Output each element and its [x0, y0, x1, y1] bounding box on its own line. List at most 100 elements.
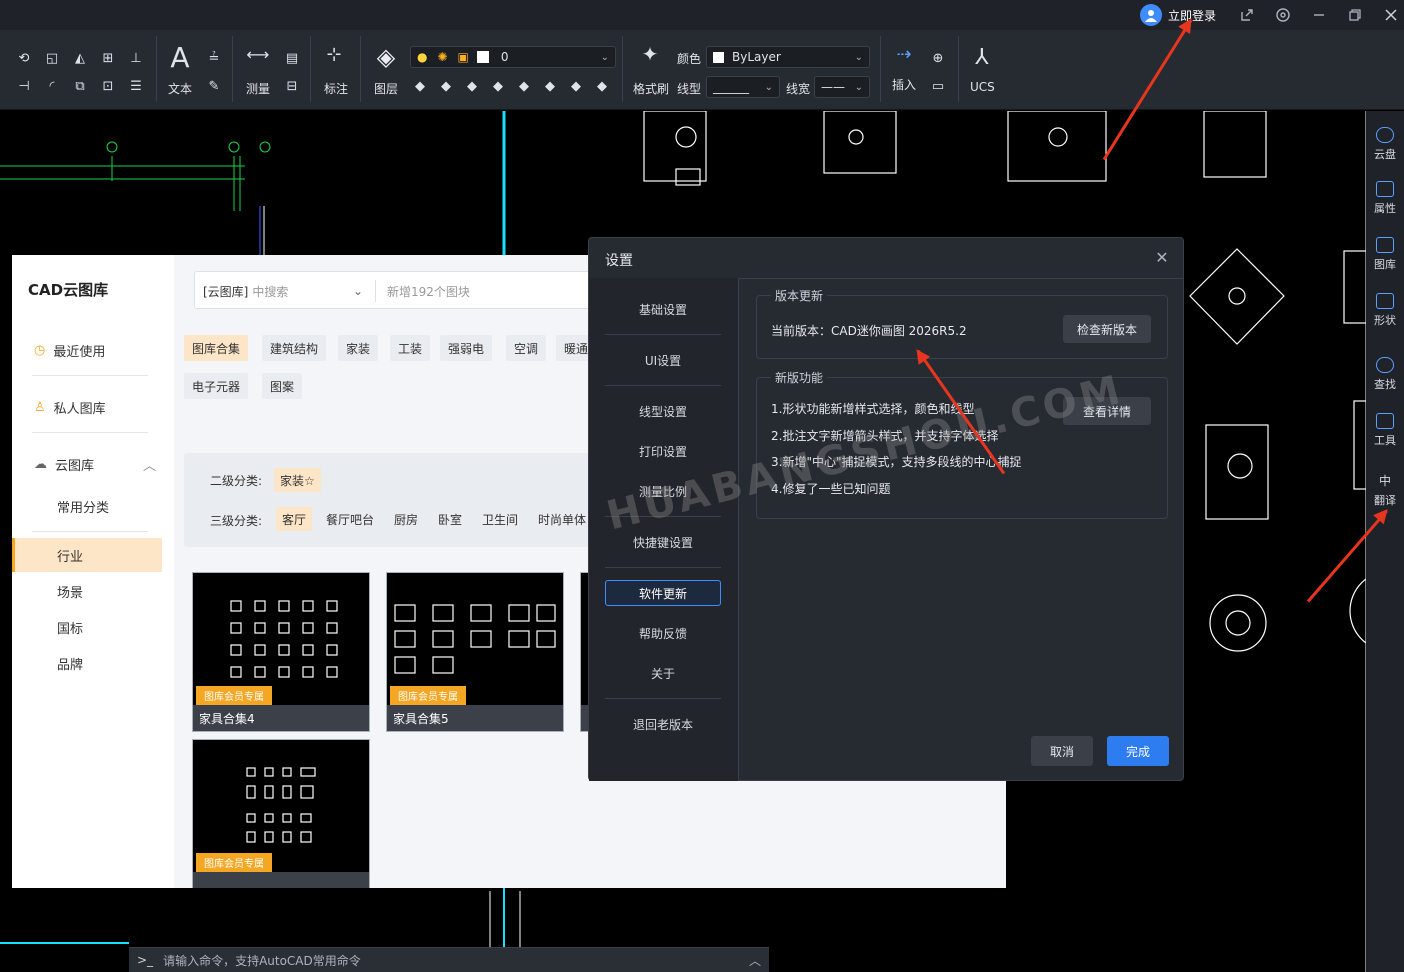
- sidebar-item-shape[interactable]: 形状: [1366, 285, 1404, 335]
- settings-nav-print[interactable]: 打印设置: [605, 438, 721, 464]
- cancel-button[interactable]: 取消: [1031, 736, 1093, 766]
- dimension-icon[interactable]: ⊹: [320, 44, 348, 65]
- measure-icon[interactable]: ⟷: [244, 44, 272, 64]
- level3-chip[interactable]: 时尚单体: [532, 507, 592, 531]
- text-icon[interactable]: A: [166, 41, 194, 74]
- command-input[interactable]: 请输入命令，支持AutoCAD常用命令: [163, 952, 361, 969]
- nav-cloud-library[interactable]: ☁ 云图库 ︿: [12, 447, 162, 481]
- check-update-button[interactable]: 检查新版本: [1063, 315, 1151, 343]
- sidebar-item-properties[interactable]: 属性: [1366, 173, 1404, 223]
- layer-tool-2-icon[interactable]: ◆: [436, 76, 456, 96]
- sidebar-item-label: 查找: [1374, 377, 1396, 391]
- block-card[interactable]: 图库会员专属 家具合集4: [192, 572, 370, 732]
- text-style-icon[interactable]: ≟: [204, 48, 224, 68]
- arc-icon[interactable]: ◜: [42, 76, 62, 96]
- layer-icon[interactable]: ◈: [370, 42, 402, 72]
- block-card[interactable]: 图库会员专属 家具合集5: [386, 572, 564, 732]
- minimize-icon[interactable]: [1308, 4, 1330, 26]
- mirror-icon[interactable]: ◭: [70, 48, 90, 68]
- category-chip[interactable]: 空调: [506, 335, 547, 361]
- chevron-down-icon: ⌄: [352, 284, 363, 298]
- level3-chip[interactable]: 客厅: [276, 507, 313, 531]
- layer-tool-3-icon[interactable]: ◆: [462, 76, 482, 96]
- level3-chip[interactable]: 卧室: [432, 507, 468, 531]
- category-chip[interactable]: 建筑结构: [262, 335, 327, 361]
- offset-icon[interactable]: ⊡: [98, 76, 118, 96]
- level3-chip[interactable]: 卫生间: [476, 507, 524, 531]
- layer-dropdown[interactable]: ● ✺ ▣ 0 ⌄: [410, 46, 616, 68]
- insert-icon[interactable]: ⇢: [890, 44, 918, 65]
- list-icon[interactable]: ☰: [126, 76, 146, 96]
- fillet-icon[interactable]: ◱: [42, 48, 62, 68]
- sidebar-item-label: 翻译: [1374, 494, 1396, 507]
- linewidth-dropdown[interactable]: —— ⌄: [814, 76, 870, 98]
- sidebar-item-cloud-disk[interactable]: 云盘: [1366, 119, 1404, 169]
- nav-label: 常用分类: [57, 500, 110, 516]
- settings-nav-about[interactable]: 关于: [605, 660, 721, 686]
- measure-area-icon[interactable]: ⊟: [282, 76, 302, 96]
- settings-nav-help-feedback[interactable]: 帮助反馈: [605, 620, 721, 646]
- chevron-up-icon[interactable]: ︿: [749, 952, 761, 969]
- nav-scene[interactable]: 场景: [12, 574, 162, 608]
- category-chip[interactable]: 电子元器: [184, 373, 249, 399]
- properties-icon: [1376, 180, 1394, 197]
- sidebar-item-gallery[interactable]: 图库: [1366, 229, 1404, 279]
- format-brush-icon[interactable]: ✦: [636, 42, 664, 66]
- settings-nav-ui[interactable]: UI设置: [605, 347, 721, 373]
- edit-text-icon[interactable]: ✎: [204, 76, 224, 96]
- layer-tool-1-icon[interactable]: ◆: [410, 76, 430, 96]
- search-scope-dropdown[interactable]: [云图库] 中搜索 ⌄: [203, 279, 363, 303]
- level3-chip[interactable]: 厨房: [388, 507, 424, 531]
- nav-common-categories[interactable]: 常用分类: [12, 489, 162, 523]
- category-chip[interactable]: 工装: [390, 335, 431, 361]
- current-version-text: 当前版本：CAD迷你画图 2026R5.2: [771, 324, 967, 338]
- nav-recent[interactable]: ◷ 最近使用: [12, 333, 162, 367]
- align-icon[interactable]: ⊥: [126, 48, 146, 68]
- restore-icon[interactable]: [1344, 4, 1366, 26]
- paste-icon[interactable]: ▭: [928, 76, 948, 96]
- layer-tool-4-icon[interactable]: ◆: [488, 76, 508, 96]
- nav-industry[interactable]: 行业: [12, 538, 162, 572]
- ucs-label: UCS: [970, 80, 995, 94]
- share-icon[interactable]: [1236, 4, 1258, 26]
- insert-block-icon[interactable]: ⊕: [928, 48, 948, 68]
- copy-icon[interactable]: ⧉: [70, 76, 90, 96]
- linetype-value: ______: [713, 80, 749, 94]
- settings-nav-linetype[interactable]: 线型设置: [605, 398, 721, 424]
- layer-tool-5-icon[interactable]: ◆: [514, 76, 534, 96]
- array-icon[interactable]: ⊞: [98, 48, 118, 68]
- category-chip[interactable]: 图库合集: [184, 335, 249, 361]
- settings-gear-icon[interactable]: [1272, 4, 1294, 26]
- rotate-icon[interactable]: ⟲: [14, 48, 34, 68]
- block-card[interactable]: 图库会员专属: [192, 739, 370, 888]
- layer-tool-7-icon[interactable]: ◆: [566, 76, 586, 96]
- color-dropdown[interactable]: ByLayer ⌄: [706, 46, 870, 68]
- search-input[interactable]: 新增192个图块: [387, 283, 470, 300]
- nav-private[interactable]: ♙ 私人图库: [12, 390, 162, 424]
- close-window-icon[interactable]: [1380, 4, 1402, 26]
- settings-nav-software-update[interactable]: 软件更新: [605, 580, 721, 606]
- extend-icon[interactable]: ⊣: [14, 76, 34, 96]
- layer-tool-6-icon[interactable]: ◆: [540, 76, 560, 96]
- nav-national-standard[interactable]: 国标: [12, 610, 162, 644]
- category-chip[interactable]: 强弱电: [440, 335, 493, 361]
- layer-tool-8-icon[interactable]: ◆: [592, 76, 612, 96]
- nav-brand[interactable]: 品牌: [12, 646, 162, 680]
- level3-chip[interactable]: 餐厅吧台: [320, 507, 380, 531]
- category-chip[interactable]: 家装: [338, 335, 379, 361]
- close-icon[interactable]: ✕: [1151, 246, 1173, 268]
- category-chip[interactable]: 图案: [262, 373, 303, 399]
- level2-chip[interactable]: 家装☆: [274, 468, 321, 492]
- area-icon[interactable]: ▤: [282, 48, 302, 68]
- linetype-dropdown[interactable]: ______ ⌄: [706, 76, 780, 98]
- format-brush-label: 格式刷: [633, 82, 670, 96]
- sidebar-item-tools[interactable]: 工具: [1366, 405, 1404, 455]
- nav-label: 品牌: [57, 657, 84, 673]
- sidebar-item-find[interactable]: 查找: [1366, 349, 1404, 399]
- settings-nav-revert-version[interactable]: 退回老版本: [605, 711, 721, 737]
- settings-nav-basic[interactable]: 基础设置: [605, 296, 721, 322]
- command-line[interactable]: >_ 请输入命令，支持AutoCAD常用命令 ︿: [129, 947, 769, 972]
- unlock-icon: ▣: [457, 50, 469, 64]
- ok-button[interactable]: 完成: [1107, 736, 1169, 766]
- ucs-icon[interactable]: ⅄: [968, 42, 996, 72]
